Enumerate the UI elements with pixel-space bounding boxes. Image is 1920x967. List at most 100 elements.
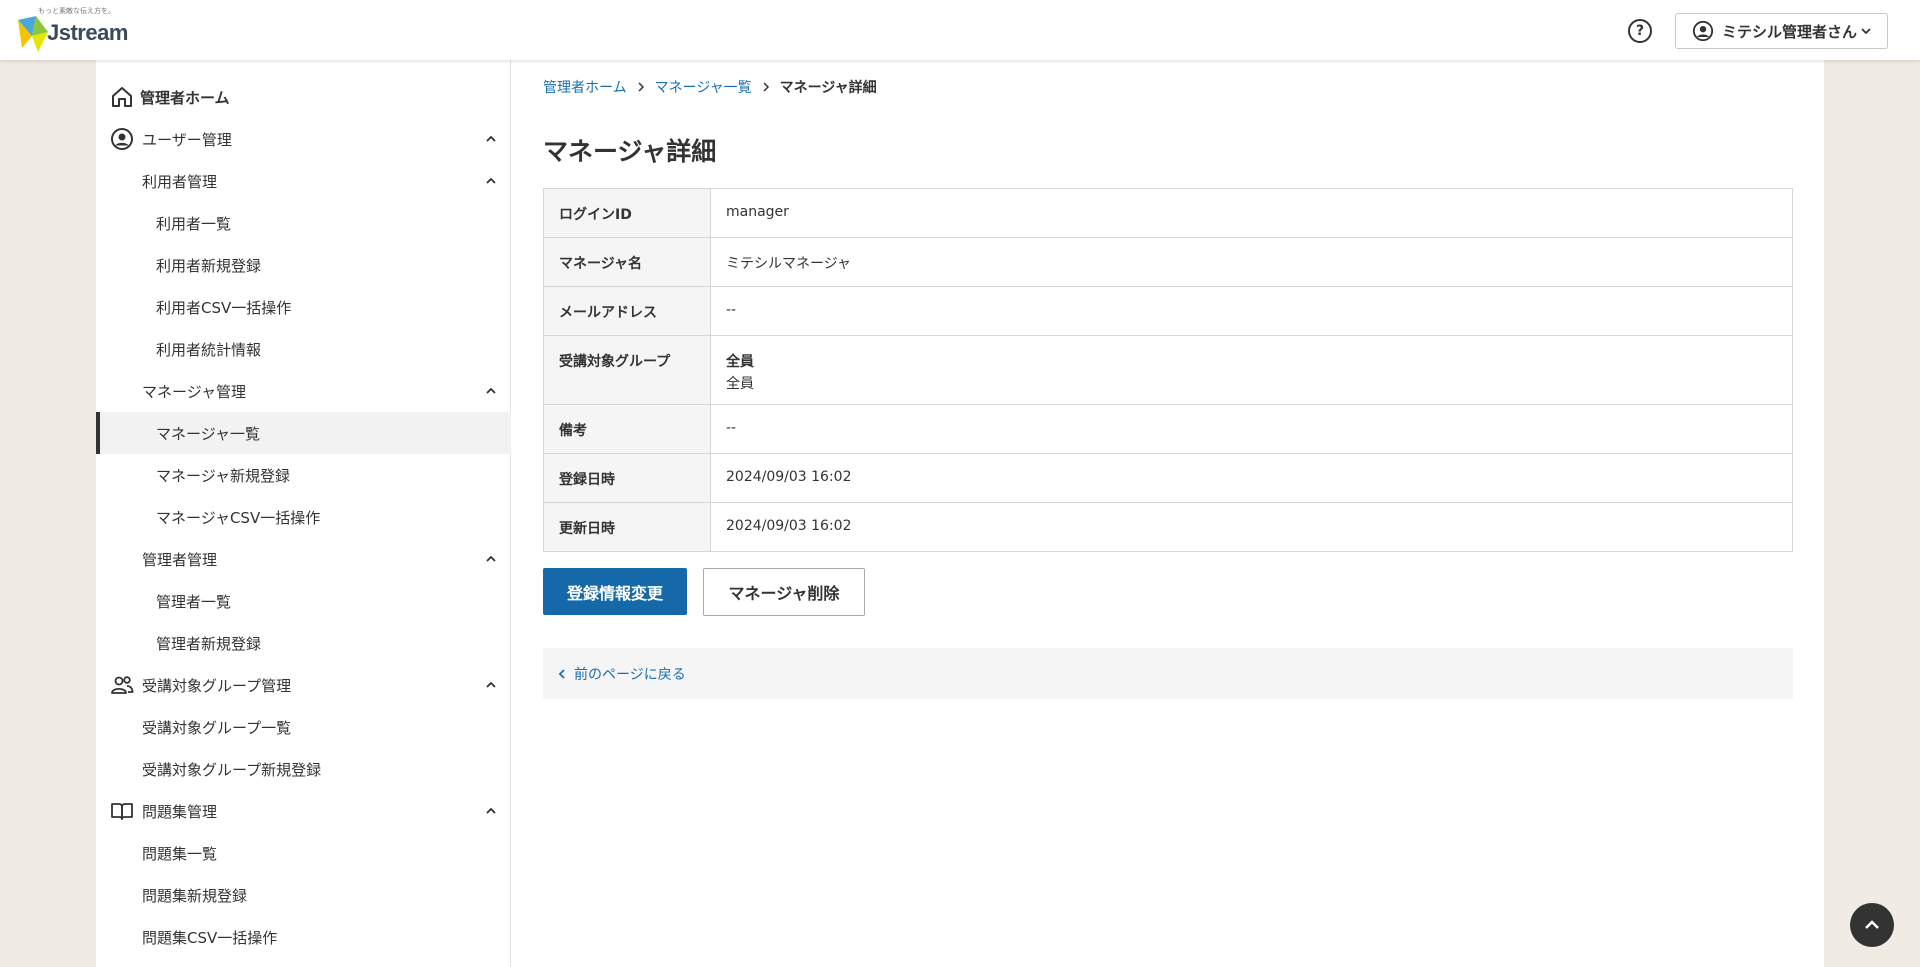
sidebar-item-label: マネージャ一覧: [156, 424, 260, 443]
sidebar-item-label: 管理者一覧: [156, 592, 232, 611]
sidebar-item-manager-new[interactable]: マネージャ新規登録: [96, 454, 511, 496]
chevron-up-icon: [1865, 920, 1879, 929]
sidebar-item-label: 問題集一覧: [142, 844, 218, 863]
sidebar-item-label: 利用者CSV一括操作: [156, 298, 292, 317]
updated-at-value: 2024/09/03 16:02: [710, 502, 1793, 552]
manager-detail-table: ログインID manager マネージャ名 ミテシルマネージャ メールアドレス …: [543, 188, 1793, 552]
sidebar-item-label: 管理者新規登録: [156, 634, 262, 653]
page-title: マネージャ詳細: [543, 137, 717, 166]
sidebar-item-quiz-new[interactable]: 問題集新規登録: [96, 874, 511, 916]
table-row: 更新日時 2024/09/03 16:02: [543, 502, 1793, 552]
sidebar-item-label: 問題集CSV一括操作: [142, 928, 278, 947]
sidebar-nav: 管理者ホーム ユーザー管理 利用者管理 利用者一覧 利用者新規登録 利用者CSV…: [96, 60, 511, 967]
sidebar-item-admin-home[interactable]: 管理者ホーム: [96, 76, 511, 118]
table-row: メールアドレス --: [543, 286, 1793, 336]
book-open-icon: [111, 803, 133, 820]
breadcrumb-home-link[interactable]: 管理者ホーム: [543, 77, 627, 97]
note-label: 備考: [543, 404, 711, 454]
table-row: 備考 --: [543, 404, 1793, 454]
chevron-left-icon: [557, 668, 567, 679]
scroll-to-top-button[interactable]: [1850, 903, 1894, 947]
back-link-container: 前のページに戻る: [543, 648, 1793, 699]
sidebar-item-quiz-csv[interactable]: 問題集CSV一括操作: [96, 916, 511, 958]
sidebar-item-label: 利用者管理: [142, 172, 218, 191]
sidebar-item-label: マネージャCSV一括操作: [156, 508, 321, 527]
sidebar-item-user-csv[interactable]: 利用者CSV一括操作: [96, 286, 511, 328]
sidebar-item-user-stats[interactable]: 利用者統計情報: [96, 328, 511, 370]
chevron-right-icon: [761, 82, 771, 92]
target-group-label: 受講対象グループ: [543, 335, 711, 405]
logo-tagline: もっと素敵な伝え方を。: [38, 7, 115, 15]
logo-text: Jstream: [47, 20, 128, 45]
sidebar-item-label: ユーザー管理: [142, 130, 232, 149]
sidebar-item-label: 受講対象グループ一覧: [142, 718, 292, 737]
sidebar-item-label: 問題集管理: [142, 802, 218, 821]
target-group-sub: 全員: [726, 376, 754, 392]
chevron-up-icon: [486, 135, 496, 142]
user-name: ミテシル管理者さん: [1722, 22, 1858, 41]
help-button[interactable]: ?: [1628, 19, 1652, 43]
user-circle-icon: [111, 128, 133, 150]
sidebar-item-label: 受講対象グループ新規登録: [142, 760, 322, 779]
sidebar-item-user-new[interactable]: 利用者新規登録: [96, 244, 511, 286]
main-content: 管理者ホーム マネージャ一覧 マネージャ詳細 マネージャ詳細 ログインID ma…: [511, 60, 1824, 967]
jstream-logo[interactable]: もっと素敵な伝え方を。 Jstream: [14, 6, 128, 52]
sidebar-item-label: 問題集新規登録: [142, 886, 248, 905]
edit-registration-button[interactable]: 登録情報変更: [543, 568, 687, 615]
user-circle-icon: [1692, 20, 1714, 42]
table-row: 受講対象グループ 全員 全員: [543, 335, 1793, 405]
email-label: メールアドレス: [543, 286, 711, 336]
question-circle-icon: ?: [1635, 23, 1645, 39]
sidebar-item-manager-sub[interactable]: マネージャ管理: [96, 370, 511, 412]
sidebar-item-label: 受講対象グループ管理: [142, 676, 292, 695]
chevron-up-icon: [486, 555, 496, 562]
updated-at-label: 更新日時: [543, 502, 711, 552]
breadcrumb: 管理者ホーム マネージャ一覧 マネージャ詳細: [543, 77, 877, 97]
sidebar-item-label: 利用者一覧: [156, 214, 232, 233]
created-at-value: 2024/09/03 16:02: [710, 453, 1793, 503]
sidebar-item-admin-sub[interactable]: 管理者管理: [96, 538, 511, 580]
home-icon: [112, 87, 132, 107]
chevron-up-icon: [486, 177, 496, 184]
sidebar-item-group-management[interactable]: 受講対象グループ管理: [96, 664, 511, 706]
note-value: --: [710, 404, 1793, 454]
target-group-cell: 全員 全員: [710, 335, 1793, 405]
sidebar-item-manager-csv[interactable]: マネージャCSV一括操作: [96, 496, 511, 538]
back-link[interactable]: 前のページに戻る: [574, 664, 686, 684]
breadcrumb-manager-list-link[interactable]: マネージャ一覧: [655, 77, 752, 97]
sidebar-item-admin-new[interactable]: 管理者新規登録: [96, 622, 511, 664]
chevron-right-icon: [636, 82, 646, 92]
chevron-up-icon: [486, 387, 496, 394]
table-row: ログインID manager: [543, 188, 1793, 238]
table-row: 登録日時 2024/09/03 16:02: [543, 453, 1793, 503]
delete-manager-button[interactable]: マネージャ削除: [703, 568, 865, 616]
sidebar-item-label: 管理者管理: [142, 550, 218, 569]
target-group-name: 全員: [726, 354, 754, 370]
sidebar-item-group-new[interactable]: 受講対象グループ新規登録: [96, 748, 511, 790]
created-at-label: 登録日時: [543, 453, 711, 503]
sidebar-item-quiz-list[interactable]: 問題集一覧: [96, 832, 511, 874]
breadcrumb-current: マネージャ詳細: [779, 80, 877, 96]
sidebar-item-label: 管理者ホーム: [140, 88, 230, 107]
user-menu-button[interactable]: ミテシル管理者さん: [1675, 13, 1888, 49]
chevron-up-icon: [486, 681, 496, 688]
sidebar-item-manager-list[interactable]: マネージャ一覧: [96, 412, 511, 454]
table-row: マネージャ名 ミテシルマネージャ: [543, 237, 1793, 287]
sidebar-item-user-list[interactable]: 利用者一覧: [96, 202, 511, 244]
app-header: もっと素敵な伝え方を。 Jstream ? ミテシル管理者さん: [0, 0, 1920, 60]
sidebar-item-label: マネージャ新規登録: [156, 466, 290, 485]
sidebar-item-quiz-management[interactable]: 問題集管理: [96, 790, 511, 832]
sidebar-item-group-list[interactable]: 受講対象グループ一覧: [96, 706, 511, 748]
sidebar-item-user-management[interactable]: ユーザー管理: [96, 118, 511, 160]
sidebar-item-admin-list[interactable]: 管理者一覧: [96, 580, 511, 622]
sidebar-item-label: マネージャ管理: [142, 382, 246, 401]
manager-name-value: ミテシルマネージャ: [710, 237, 1793, 287]
sidebar-item-user-sub[interactable]: 利用者管理: [96, 160, 511, 202]
manager-name-label: マネージャ名: [543, 237, 711, 287]
sidebar-item-label: 利用者新規登録: [156, 256, 262, 275]
login-id-label: ログインID: [543, 188, 711, 238]
sidebar-item-label: 利用者統計情報: [156, 340, 262, 359]
login-id-value: manager: [710, 188, 1793, 238]
chevron-up-icon: [486, 807, 496, 814]
chevron-down-icon: [1861, 28, 1871, 35]
